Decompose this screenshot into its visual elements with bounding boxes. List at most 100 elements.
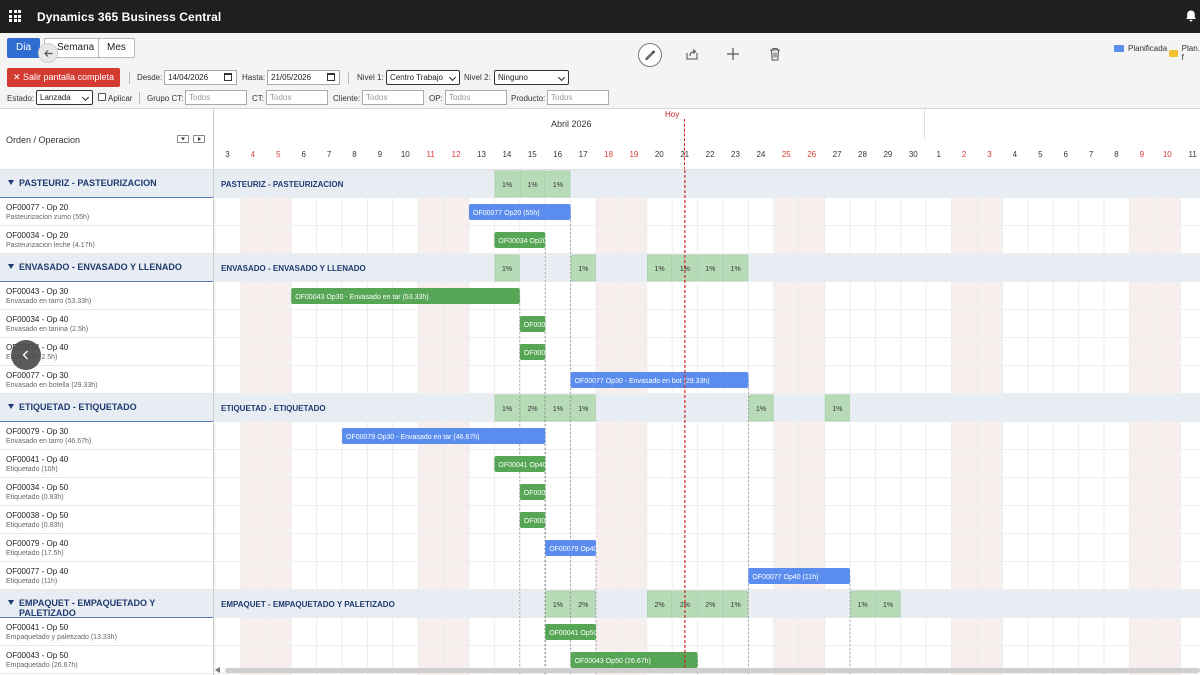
load-percent: 1%	[527, 182, 537, 189]
estado-select[interactable]: Lanzada	[36, 90, 93, 105]
day-label: 3	[987, 150, 992, 159]
hasta-date-input[interactable]: 21/05/2026	[267, 70, 340, 85]
operation-title: OF00041 - Op 50	[6, 623, 69, 632]
add-icon[interactable]	[725, 46, 741, 62]
timeline-header: Abril 2026 Hoy 3 4 5 6 7 8 9 10 11 12 13 14 15 16 17 18…	[214, 109, 1200, 170]
operation-subtitle: Etiquetado (0.83h)	[6, 494, 64, 501]
load-percent: 2%	[654, 602, 664, 609]
scroll-left-arrow[interactable]	[215, 667, 220, 673]
day-label: 11	[426, 150, 435, 159]
day-label: 15	[527, 150, 537, 159]
arrow-left-icon	[44, 50, 53, 57]
operation-subtitle: Etiquetado (11h)	[6, 578, 58, 585]
task-bar-label: OF00043 Op50 (26.67h)	[575, 658, 651, 665]
operation-title: OF00043 - Op 30	[6, 287, 69, 296]
nivel2-select[interactable]: Ninguno	[494, 70, 569, 85]
view-dia-button[interactable]: Dia	[7, 38, 41, 58]
operation-row[interactable]: OF00034 - Op 20 Pasteurizacion leche (4.1…	[0, 226, 213, 254]
close-icon: ✕	[12, 72, 23, 82]
operation-row[interactable]: OF00034 - Op 50 Etiquetado (0.83h)	[0, 478, 213, 506]
operation-row[interactable]: OF00041 - Op 40 Etiquetado (10h)	[0, 450, 213, 478]
day-label: 24	[756, 150, 766, 159]
column-header: Orden / Operacion	[0, 109, 214, 170]
day-label: 1	[936, 150, 941, 159]
legend-planificada: Planificada	[1114, 44, 1167, 53]
app-title: Dynamics 365 Business Central	[37, 10, 222, 24]
horizontal-scrollbar[interactable]	[225, 668, 1200, 673]
operation-row[interactable]: OF00034 - Op 40 Envasado en tanina (2.5h)	[0, 310, 213, 338]
day-label: 7	[326, 150, 332, 159]
view-mes-button[interactable]: Mes	[98, 38, 135, 58]
day-label: 8	[352, 150, 357, 159]
day-label: 14	[502, 150, 512, 159]
bell-icon[interactable]	[1184, 9, 1198, 23]
operation-subtitle: Empaquetado (26.67h)	[6, 662, 78, 669]
day-label: 4	[1012, 150, 1018, 159]
grupo-ct-input[interactable]: Todos	[185, 90, 247, 105]
operation-title: OF00077 - Op 30	[6, 371, 69, 380]
gantt-chart: PASTEURIZ - PASTEURIZACION 1% 1% 1% ENVASADO…	[214, 170, 1200, 675]
collapse-arrow-icon[interactable]	[8, 264, 14, 269]
operation-row[interactable]: OF00043 - Op 50 Empaquetado (26.67h)	[0, 646, 213, 674]
delete-icon[interactable]	[767, 46, 783, 62]
operation-title: OF00077 - Op 40	[6, 567, 69, 576]
expand-all-button[interactable]	[193, 135, 205, 143]
task-bar-label: OF00077 Op40 (11h)	[752, 574, 818, 581]
app-launcher-icon[interactable]	[9, 10, 21, 22]
op-input[interactable]: Todos	[445, 90, 507, 105]
toolbar: Dia Semana Mes Planificada Plan. f ✕ Sal…	[0, 33, 1200, 109]
operation-row[interactable]: OF00077 - Op 30 Envasado en botella (29.3…	[0, 366, 213, 394]
day-label: 29	[883, 150, 893, 159]
day-label: 6	[301, 150, 306, 159]
today-label: Hoy	[665, 110, 680, 119]
exit-fullscreen-button[interactable]: ✕ Salir pantalla completa	[7, 68, 120, 87]
load-percent: 1%	[578, 266, 588, 273]
share-icon[interactable]	[684, 46, 700, 62]
day-label: 19	[629, 150, 639, 159]
task-bar-label: OF00079 Op40	[549, 546, 597, 553]
collapse-all-button[interactable]	[177, 135, 189, 143]
task-bar-label: OF00077 Op30 - Envasado en bot (29.33h)	[575, 378, 710, 385]
triangle-right-icon	[198, 137, 201, 141]
day-label: 9	[377, 150, 383, 159]
estado-label: Estado:	[7, 94, 35, 103]
previous-page-button[interactable]	[11, 340, 41, 370]
operation-row[interactable]: OF00041 - Op 50 Empaquetado y paletizado …	[0, 618, 213, 646]
operation-row[interactable]: OF00079 - Op 30 Envasado en tarro (46.67h…	[0, 422, 213, 450]
collapse-arrow-icon[interactable]	[8, 180, 14, 185]
task-bar-label: OF00043 Op30 - Envasado en tar (53.33h)	[295, 294, 428, 301]
edit-button[interactable]	[638, 43, 662, 67]
task-bar-label: OF00038 Op50	[524, 518, 572, 525]
operation-row[interactable]: OF00038 - Op 50 Etiquetado (0.83h)	[0, 506, 213, 534]
ct-input[interactable]: Todos	[266, 90, 328, 105]
load-percent: 2%	[705, 602, 715, 609]
collapse-arrow-icon[interactable]	[8, 600, 14, 605]
operation-row[interactable]: OF00077 - Op 20 Pasteurizacion zumo (55h)	[0, 198, 213, 226]
today-marker	[684, 119, 686, 169]
operation-row[interactable]: OF00077 - Op 40 Etiquetado (11h)	[0, 562, 213, 590]
day-label: 12	[451, 150, 461, 159]
group-header[interactable]: ETIQUETAD - ETIQUETADO	[0, 394, 213, 422]
desde-date-input[interactable]: 14/04/2026	[164, 70, 237, 85]
operation-subtitle: Pasteurizacion leche (4.17h)	[6, 242, 95, 249]
operation-row[interactable]: OF00043 - Op 30 Envasado en tarro (53.33h…	[0, 282, 213, 310]
group-band-label: PASTEURIZ - PASTEURIZACION	[221, 180, 344, 189]
task-bar-label: OF00038 Op30	[524, 350, 572, 357]
group-header[interactable]: ENVASADO - ENVASADO Y LLENADO	[0, 254, 213, 282]
group-header[interactable]: EMPAQUET - EMPAQUETADO Y PALETIZADO	[0, 590, 213, 618]
pencil-icon	[645, 50, 656, 60]
load-percent: 1%	[832, 406, 842, 413]
nivel1-select[interactable]: Centro Trabajo	[386, 70, 460, 85]
load-percent: 1%	[756, 406, 766, 413]
operation-row[interactable]: OF00079 - Op 40 Etiquetado (17.5h)	[0, 534, 213, 562]
load-percent: 1%	[578, 406, 588, 413]
producto-input[interactable]: Todos	[547, 90, 609, 105]
cliente-input[interactable]: Todos	[362, 90, 424, 105]
back-button[interactable]	[38, 43, 58, 63]
day-label: 2	[961, 150, 967, 159]
group-header[interactable]: PASTEURIZ - PASTEURIZACION	[0, 170, 213, 198]
aplicar-checkbox[interactable]	[98, 93, 106, 101]
day-label: 7	[1088, 150, 1094, 159]
collapse-arrow-icon[interactable]	[8, 404, 14, 409]
load-percent: 1%	[654, 266, 664, 273]
